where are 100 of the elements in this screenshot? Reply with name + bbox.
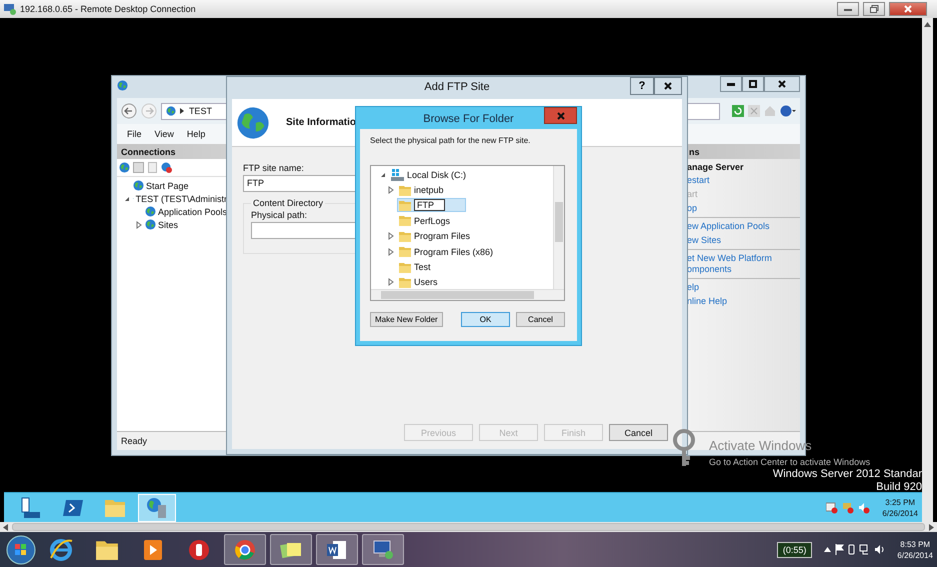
maximize-icon <box>749 80 757 88</box>
field-label: FTP site name: <box>243 163 304 173</box>
folder-icon <box>399 262 411 273</box>
hand-icon <box>188 538 210 560</box>
menu-item[interactable]: Help <box>186 129 206 139</box>
expand-arrow-icon[interactable] <box>387 278 395 286</box>
folder-item[interactable]: inetpub <box>397 184 446 197</box>
folder-icon <box>399 184 411 196</box>
close-icon <box>556 112 564 120</box>
minimize-button[interactable] <box>837 2 859 16</box>
up-arrow-icon[interactable] <box>824 547 832 552</box>
network-error-icon[interactable] <box>826 502 838 514</box>
folder-item[interactable]: Users <box>397 276 440 289</box>
battery-icon[interactable] <box>848 544 856 555</box>
taskbar-button[interactable] <box>316 534 358 565</box>
tree-item[interactable]: Start Page <box>146 180 189 190</box>
drive-icon <box>391 168 404 181</box>
close-icon <box>778 80 786 88</box>
expand-arrow-icon[interactable] <box>387 232 395 240</box>
folder-item[interactable]: Program Files <box>397 230 472 243</box>
start-button[interactable] <box>6 534 36 564</box>
server-icon <box>20 496 42 518</box>
back-icon[interactable] <box>121 103 137 119</box>
monitor-icon <box>371 538 395 560</box>
clock-time: 3:25 PM <box>885 496 916 508</box>
dialog-button[interactable]: Make New Folder <box>370 312 443 327</box>
page-heading: Site Informatio <box>286 117 356 128</box>
folder-icon <box>104 498 126 518</box>
build-text: Build 920 <box>876 481 922 493</box>
group-title: Content Directory <box>252 198 324 208</box>
taskbar-button[interactable] <box>224 534 266 565</box>
activation-hint: Go to Action Center to activate Windows <box>709 457 870 467</box>
refresh-icon[interactable] <box>732 105 744 117</box>
folder-item[interactable]: PerfLogs <box>397 214 452 228</box>
vertical-scrollbar[interactable] <box>922 18 933 522</box>
rename-field[interactable]: FTP <box>397 198 466 212</box>
wizard-button[interactable]: Cancel <box>609 424 668 441</box>
folder-icon <box>95 538 119 560</box>
horizontal-scrollbar[interactable] <box>371 289 564 300</box>
disconnect-icon[interactable] <box>161 162 172 173</box>
close-icon <box>904 5 912 13</box>
browser-icon <box>49 538 73 562</box>
panel-header: Connections <box>117 144 227 159</box>
restore-button[interactable] <box>863 2 885 16</box>
dialog-title: Browse For Folder <box>423 113 514 125</box>
help-icon[interactable] <box>780 105 796 117</box>
battery-indicator[interactable]: (0:55) <box>776 542 812 558</box>
dialog-button[interactable]: OK <box>461 312 510 327</box>
menu-item[interactable]: View <box>154 129 174 139</box>
edition-text: Windows Server 2012 Standar <box>772 468 922 480</box>
clock-time: 8:53 PM <box>900 538 930 550</box>
collapse-arrow-icon[interactable] <box>123 194 131 202</box>
up-arrow-icon[interactable] <box>924 22 931 27</box>
collapse-arrow-icon[interactable] <box>379 170 387 179</box>
status-text: Ready <box>121 436 148 446</box>
flag-error-icon[interactable] <box>842 502 854 514</box>
tree-item[interactable]: TEST (TEST\Administr <box>136 194 227 204</box>
instruction-text: Select the physical path for the new FTP site. <box>370 136 532 145</box>
field-label: Physical path: <box>251 210 308 220</box>
dialog-title: Add FTP Site <box>424 81 490 93</box>
folder-item[interactable]: Program Files (x86) <box>397 245 496 258</box>
help-button[interactable]: ? <box>630 77 654 95</box>
expand-arrow-icon[interactable] <box>135 220 143 228</box>
play-icon <box>143 538 163 560</box>
expand-arrow-icon[interactable] <box>387 248 395 256</box>
globe-server-icon <box>146 496 168 518</box>
folder-icon <box>399 215 411 226</box>
clock-date: 6/26/2014 <box>882 508 918 518</box>
speaker-icon[interactable] <box>874 544 886 555</box>
minimize-icon <box>727 82 735 86</box>
minimize-button[interactable] <box>720 76 742 92</box>
folder-item[interactable]: Local Disk (C:) <box>389 168 468 182</box>
breadcrumb-arrow-icon <box>180 108 185 114</box>
maximize-button[interactable] <box>742 76 764 92</box>
terminal-icon <box>63 498 83 516</box>
tree-item[interactable]: Application Pools <box>158 206 227 216</box>
vertical-scrollbar[interactable] <box>553 166 564 289</box>
folder-item[interactable]: Test <box>397 260 433 274</box>
restore-icon <box>870 5 878 13</box>
speaker-error-icon[interactable] <box>858 502 870 514</box>
round-browser-icon <box>234 538 256 560</box>
close-button[interactable] <box>654 77 682 95</box>
left-arrow-icon[interactable] <box>3 524 8 530</box>
folder-icon <box>399 246 411 258</box>
right-arrow-icon[interactable] <box>929 524 934 530</box>
network-icon[interactable] <box>859 544 870 555</box>
folder-icon <box>399 230 411 242</box>
horizontal-scrollbar[interactable] <box>0 522 937 532</box>
dialog-button[interactable]: Cancel <box>516 312 565 327</box>
expand-arrow-icon[interactable] <box>387 186 395 194</box>
tree-item[interactable]: Sites <box>158 220 178 230</box>
clock-date: 6/26/2014 <box>897 550 933 560</box>
minimize-icon <box>844 8 852 10</box>
close-button[interactable] <box>764 76 800 92</box>
document-icon <box>326 538 348 560</box>
action-link[interactable]: estart <box>687 175 800 186</box>
window-title: 192.168.0.65 - Remote Desktop Connection <box>20 4 196 14</box>
close-icon <box>664 82 672 90</box>
flag-icon[interactable] <box>835 544 844 555</box>
menu-item[interactable]: File <box>127 129 142 139</box>
